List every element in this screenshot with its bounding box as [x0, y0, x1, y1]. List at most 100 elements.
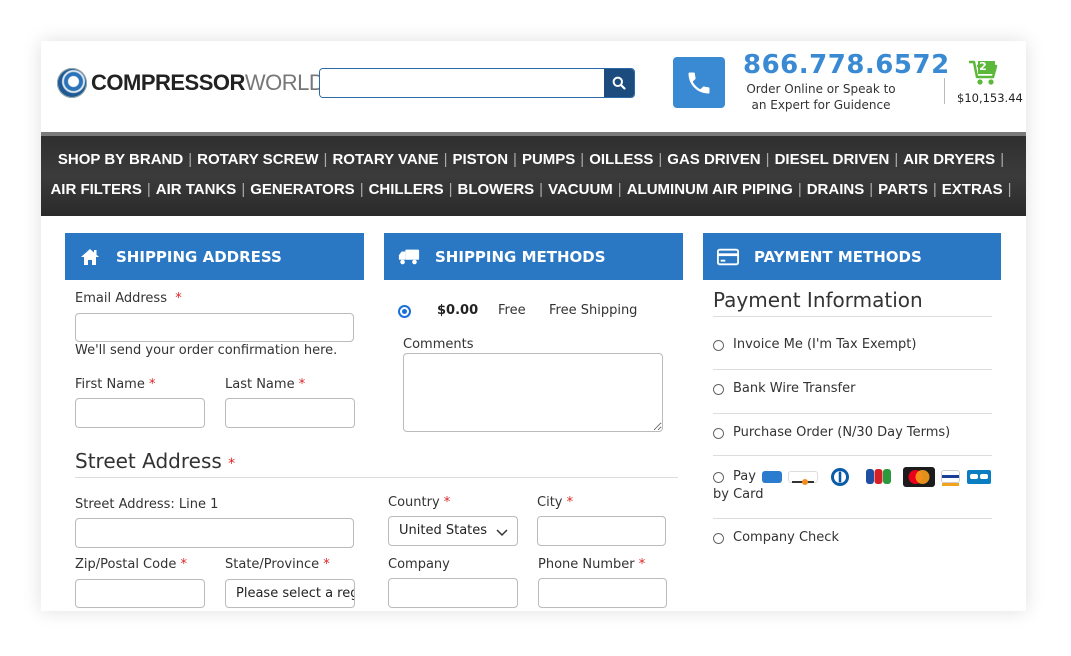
nav-diesel-driven[interactable]: DIESEL DRIVEN [775, 151, 890, 168]
company-check-option-label: Company Check [733, 530, 839, 545]
chevron-down-icon [496, 529, 508, 537]
last-name-label: Last Name * [225, 377, 306, 392]
pay-by-card-radio[interactable] [713, 472, 724, 483]
nav-pumps[interactable]: PUMPS [522, 151, 575, 168]
cart-button[interactable]: 2 [955, 59, 1017, 91]
main-nav: SHOP BY BRAND | ROTARY SCREW | ROTARY VANE | P… [41, 132, 1026, 216]
shipping-method-name: Free [498, 303, 526, 318]
country-label: Country * [388, 495, 451, 510]
shipping-method-radio[interactable] [398, 305, 411, 318]
nav-separator: | [443, 151, 448, 168]
search-icon [612, 76, 626, 90]
nav-separator: | [894, 151, 899, 168]
amex-icon [762, 471, 782, 483]
nav-aluminum-air-piping[interactable]: ALUMINUM AIR PIPING [627, 181, 793, 198]
phone-label: Phone Number * [538, 557, 646, 572]
state-select[interactable]: Please select a reg [225, 579, 355, 608]
logo-text: COMPRESSORWORLD [91, 70, 325, 95]
nav-air-filters[interactable]: AIR FILTERS [50, 181, 141, 198]
country-value: United States [399, 523, 488, 538]
nav-separator: | [146, 181, 151, 198]
company-field[interactable] [388, 578, 518, 608]
truck-icon [398, 246, 420, 268]
nav-separator: | [188, 151, 193, 168]
nav-air-dryers[interactable]: AIR DRYERS [903, 151, 995, 168]
nav-separator: | [1000, 151, 1005, 168]
nav-rotary-vane[interactable]: ROTARY VANE [332, 151, 438, 168]
payment-methods-header: PAYMENT METHODS [703, 233, 1001, 280]
search-input[interactable] [320, 69, 604, 97]
nav-separator: | [323, 151, 328, 168]
nav-vacuum[interactable]: VACUUM [548, 181, 613, 198]
email-label: Email Address * [75, 291, 182, 306]
nav-drains[interactable]: DRAINS [807, 181, 865, 198]
nav-separator: | [797, 181, 802, 198]
company-label: Company [388, 557, 450, 572]
search-button[interactable] [604, 69, 634, 97]
invoice-radio[interactable] [713, 340, 724, 351]
payment-info-heading: Payment Information [713, 288, 923, 312]
zip-field[interactable] [75, 579, 205, 608]
bank-wire-radio[interactable] [713, 384, 724, 395]
purchase-order-radio[interactable] [713, 428, 724, 439]
phone-call-button[interactable] [673, 57, 725, 108]
site-logo[interactable]: COMPRESSORWORLD [57, 66, 325, 100]
comments-field[interactable] [403, 353, 663, 432]
payment-divider [713, 518, 992, 519]
phone-field[interactable] [538, 578, 667, 608]
nav-piston[interactable]: PISTON [452, 151, 508, 168]
last-name-field[interactable] [225, 398, 355, 428]
phone-subtitle: Order Online or Speak to an Expert for G… [746, 82, 896, 112]
nav-extras[interactable]: EXTRAS [942, 181, 1003, 198]
email-field[interactable] [75, 313, 354, 342]
company-check-radio[interactable] [713, 533, 724, 544]
street-line1-field[interactable] [75, 518, 354, 548]
street-address-divider [75, 477, 678, 478]
cart-divider [944, 78, 945, 104]
nav-row-2: AIR FILTERS | AIR TANKS | GENERATORS | CHILLER… [41, 181, 1026, 198]
jcb-icon [864, 467, 893, 486]
pay-by-card-suffix: by Card [713, 487, 764, 502]
shipping-methods-title: SHIPPING METHODS [435, 247, 606, 266]
cb-icon [966, 467, 992, 486]
payment-divider [713, 316, 992, 317]
phone-icon [688, 72, 710, 93]
nav-generators[interactable]: GENERATORS [250, 181, 354, 198]
nav-parts[interactable]: PARTS [878, 181, 928, 198]
nav-separator: | [241, 181, 246, 198]
nav-shop-by-brand[interactable]: SHOP BY BRAND [58, 151, 183, 168]
country-select[interactable]: United States [388, 516, 518, 546]
nav-separator: | [513, 151, 517, 168]
payment-divider [713, 369, 992, 370]
nav-blowers[interactable]: BLOWERS [458, 181, 535, 198]
visa-icon [941, 470, 960, 486]
checkout-page: COMPRESSORWORLD 866.778.6572 Order Onlin… [41, 41, 1026, 611]
discover-icon [788, 471, 818, 485]
cart-count: 2 [979, 60, 987, 73]
nav-air-tanks[interactable]: AIR TANKS [156, 181, 237, 198]
zip-label: Zip/Postal Code * [75, 557, 187, 572]
nav-separator: | [617, 181, 622, 198]
comments-label: Comments [403, 337, 474, 352]
purchase-order-option-label: Purchase Order (N/30 Day Terms) [733, 425, 951, 440]
pay-by-card-label: Pay [733, 469, 756, 484]
nav-rotary-screw[interactable]: ROTARY SCREW [197, 151, 318, 168]
nav-separator: | [658, 151, 663, 168]
nav-chillers[interactable]: CHILLERS [369, 181, 444, 198]
city-label: City * [537, 495, 574, 510]
payment-methods-title: PAYMENT METHODS [754, 247, 922, 266]
nav-separator: | [765, 151, 770, 168]
nav-row-1: SHOP BY BRAND | ROTARY SCREW | ROTARY VANE | P… [41, 151, 1026, 168]
nav-separator: | [869, 181, 874, 198]
state-label: State/Province * [225, 557, 330, 572]
nav-oilless[interactable]: OILLESS [589, 151, 653, 168]
shipping-methods-header: SHIPPING METHODS [384, 233, 683, 280]
mastercard-icon [903, 467, 935, 487]
phone-number[interactable]: 866.778.6572 [743, 50, 950, 80]
diners-icon [826, 467, 854, 487]
first-name-field[interactable] [75, 398, 205, 428]
nav-gas-driven[interactable]: GAS DRIVEN [667, 151, 760, 168]
city-field[interactable] [537, 516, 666, 546]
bank-wire-option-label: Bank Wire Transfer [733, 381, 856, 396]
credit-card-icon [717, 246, 739, 268]
